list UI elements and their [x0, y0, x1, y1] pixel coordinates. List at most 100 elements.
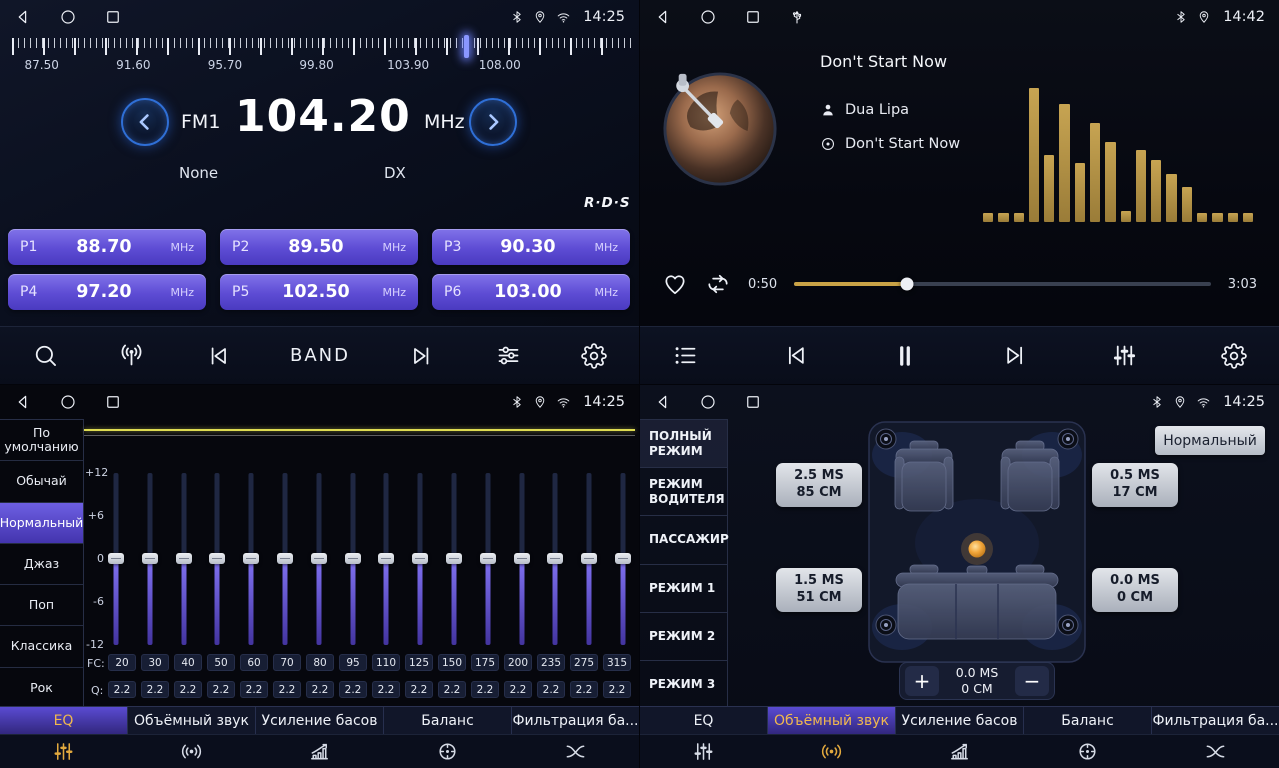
tab-surround[interactable]: Объёмный звук: [768, 707, 896, 734]
balance-icon[interactable]: [1076, 740, 1099, 763]
home-icon[interactable]: [59, 8, 77, 26]
eq-band-slider[interactable]: [378, 473, 394, 645]
eq-band-slider[interactable]: [209, 473, 225, 645]
bass-icon[interactable]: [948, 740, 971, 763]
mixer-icon[interactable]: [495, 342, 522, 369]
tab-filter[interactable]: Фильтрация ба...: [512, 707, 639, 734]
tab-bass-icon-cell[interactable]: [896, 735, 1024, 768]
home-icon[interactable]: [699, 8, 717, 26]
preset-button[interactable]: P390.30MHz: [432, 229, 630, 265]
eq-band-slider[interactable]: [446, 473, 462, 645]
tab-eq[interactable]: EQ: [0, 707, 128, 734]
front-right-delay[interactable]: 0.5 MS 17 CM: [1092, 463, 1178, 507]
back-icon[interactable]: [14, 8, 32, 26]
sound-preset-button[interactable]: Нормальный: [1155, 426, 1265, 455]
recents-icon[interactable]: [104, 8, 122, 26]
mode-item[interactable]: ПОЛНЫЙ РЕЖИМ: [640, 420, 727, 468]
front-left-delay[interactable]: 2.5 MS 85 CM: [776, 463, 862, 507]
filter-icon[interactable]: [564, 740, 587, 763]
eq-band-slider[interactable]: [547, 473, 563, 645]
eq-icon[interactable]: [692, 740, 715, 763]
preset-button[interactable]: P5102.50MHz: [220, 274, 418, 310]
preset-button[interactable]: P188.70MHz: [8, 229, 206, 265]
slider-handle[interactable]: [142, 553, 158, 564]
recents-icon[interactable]: [744, 393, 762, 411]
eq-band-slider[interactable]: [243, 473, 259, 645]
mode-item[interactable]: РЕЖИМ 2: [640, 613, 727, 661]
preset-button[interactable]: P289.50MHz: [220, 229, 418, 265]
eq-preset-item[interactable]: Джаз: [0, 544, 83, 585]
band-button[interactable]: BAND: [290, 345, 350, 366]
tab-balance[interactable]: Баланс: [384, 707, 512, 734]
tune-down-button[interactable]: [121, 98, 169, 146]
eq-icon[interactable]: [52, 740, 75, 763]
home-icon[interactable]: [59, 393, 77, 411]
tab-filter-icon-cell[interactable]: [1151, 735, 1279, 768]
back-icon[interactable]: [654, 8, 672, 26]
slider-handle[interactable]: [581, 553, 597, 564]
tab-surround-icon-cell[interactable]: [768, 735, 896, 768]
eq-band-slider[interactable]: [581, 473, 597, 645]
pause-icon[interactable]: [891, 342, 919, 370]
tab-bass[interactable]: Усиление басов: [256, 707, 384, 734]
heart-icon[interactable]: [662, 271, 688, 297]
tab-surround-icon-cell[interactable]: [128, 735, 256, 768]
tab-balance[interactable]: Баланс: [1024, 707, 1152, 734]
gear-icon[interactable]: [581, 343, 607, 369]
tab-balance-icon-cell[interactable]: [383, 735, 511, 768]
surround-icon[interactable]: [820, 740, 843, 763]
eq-preset-item[interactable]: Рок: [0, 668, 83, 709]
eq-band-slider[interactable]: [345, 473, 361, 645]
repeat-icon[interactable]: [705, 271, 731, 297]
tab-surround[interactable]: Объёмный звук: [128, 707, 256, 734]
tab-balance-icon-cell[interactable]: [1023, 735, 1151, 768]
eq-band-slider[interactable]: [142, 473, 158, 645]
eq-band-slider[interactable]: [176, 473, 192, 645]
eq-preset-item[interactable]: По умолчанию: [0, 420, 83, 461]
rear-left-delay[interactable]: 1.5 MS 51 CM: [776, 568, 862, 612]
prev-icon[interactable]: [782, 342, 809, 369]
slider-handle[interactable]: [243, 553, 259, 564]
progress-knob[interactable]: [900, 278, 913, 291]
rear-right-delay[interactable]: 0.0 MS 0 CM: [1092, 568, 1178, 612]
tab-bass-icon-cell[interactable]: [256, 735, 384, 768]
eq-band-slider[interactable]: [412, 473, 428, 645]
slider-handle[interactable]: [108, 553, 124, 564]
slider-handle[interactable]: [412, 553, 428, 564]
slider-handle[interactable]: [446, 553, 462, 564]
slider-handle[interactable]: [480, 553, 496, 564]
prev-icon[interactable]: [205, 343, 231, 369]
recents-icon[interactable]: [744, 8, 762, 26]
eq-band-slider[interactable]: [311, 473, 327, 645]
slider-handle[interactable]: [277, 553, 293, 564]
frequency-ruler[interactable]: [12, 38, 631, 56]
next-icon[interactable]: [1002, 342, 1029, 369]
slider-handle[interactable]: [378, 553, 394, 564]
slider-handle[interactable]: [547, 553, 563, 564]
eq-band-slider[interactable]: [277, 473, 293, 645]
mode-item[interactable]: ПАССАЖИР: [640, 516, 727, 564]
filter-icon[interactable]: [1204, 740, 1227, 763]
mode-item[interactable]: РЕЖИМ 1: [640, 565, 727, 613]
balance-icon[interactable]: [436, 740, 459, 763]
decrease-delay-button[interactable]: −: [1015, 666, 1049, 696]
eq-band-slider[interactable]: [480, 473, 496, 645]
tab-filter[interactable]: Фильтрация ба...: [1152, 707, 1279, 734]
surround-icon[interactable]: [180, 740, 203, 763]
slider-handle[interactable]: [345, 553, 361, 564]
increase-delay-button[interactable]: +: [905, 666, 939, 696]
slider-handle[interactable]: [176, 553, 192, 564]
eq-preset-item[interactable]: Классика: [0, 626, 83, 667]
eq-band-slider[interactable]: [108, 473, 124, 645]
scan-icon[interactable]: [32, 342, 59, 369]
next-icon[interactable]: [409, 343, 435, 369]
bass-icon[interactable]: [308, 740, 331, 763]
tab-eq-icon-cell[interactable]: [640, 735, 768, 768]
tab-bass[interactable]: Усиление басов: [896, 707, 1024, 734]
eq-band-slider[interactable]: [615, 473, 631, 645]
eq-preset-item[interactable]: Поп: [0, 585, 83, 626]
eq-band-slider[interactable]: [514, 473, 530, 645]
preset-button[interactable]: P6103.00MHz: [432, 274, 630, 310]
slider-handle[interactable]: [514, 553, 530, 564]
tab-filter-icon-cell[interactable]: [511, 735, 639, 768]
